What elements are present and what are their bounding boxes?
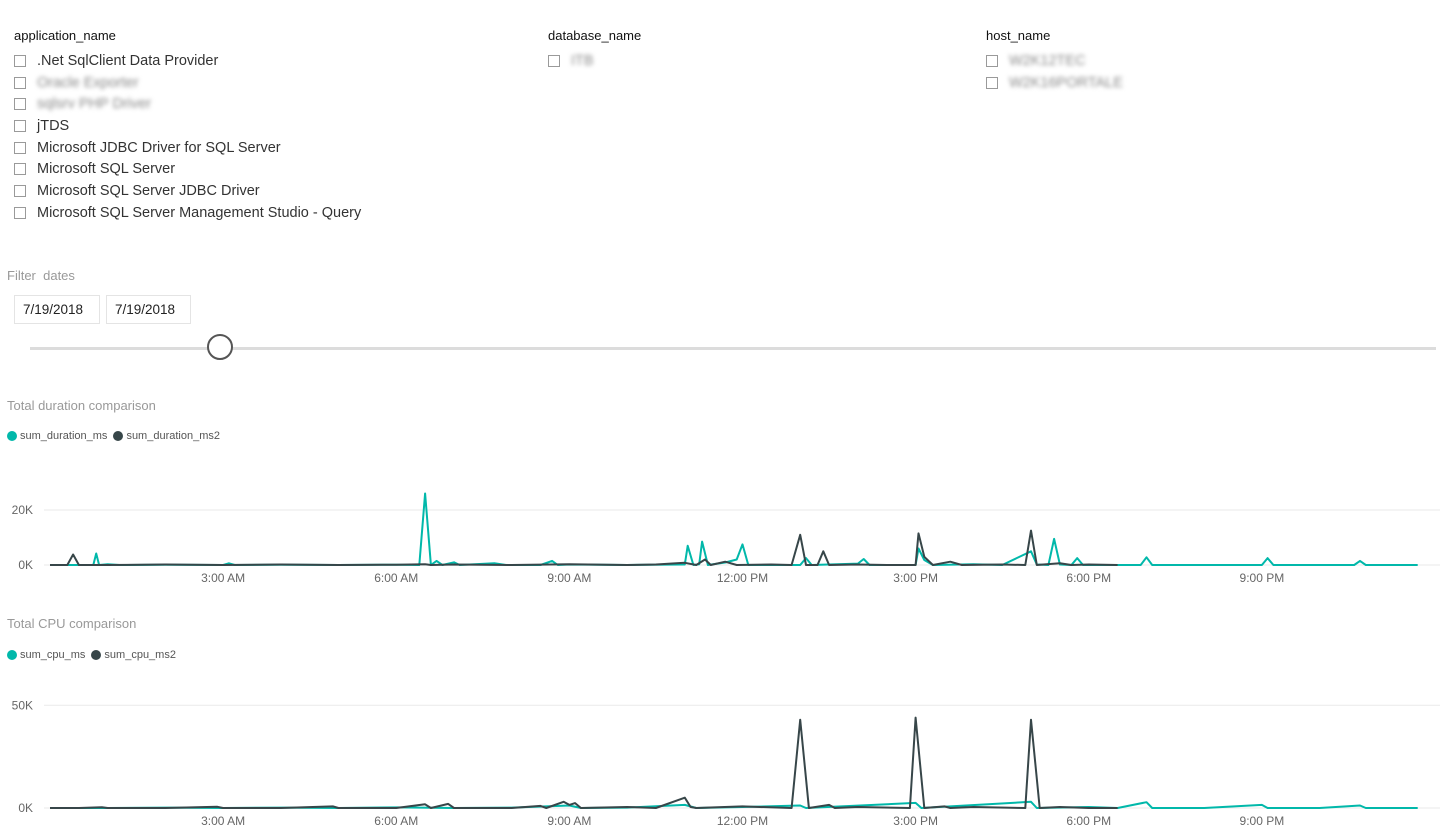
x-tick-label: 6:00 AM [374, 814, 418, 828]
slicer-item[interactable]: Microsoft SQL Server [14, 158, 361, 180]
filter-dates-title: Filter dates [7, 268, 75, 283]
x-tick-label: 6:00 PM [1066, 814, 1111, 828]
legend-label: sum_duration_ms2 [126, 430, 220, 442]
slicer-item[interactable]: sqlsrv PHP Driver [14, 93, 361, 115]
slicer-item-label: W2K16PORTALE [1009, 74, 1123, 91]
x-tick-label: 9:00 AM [547, 814, 591, 828]
slicer-item-label: Microsoft SQL Server [37, 161, 176, 178]
slicer-application-name: application_name .Net SqlClient Data Pro… [14, 28, 361, 224]
x-tick-label: 12:00 PM [717, 814, 768, 828]
slicer-item-label: jTDS [37, 117, 70, 134]
legend-item[interactable]: sum_cpu_ms [7, 649, 85, 661]
slicer-item-label: .Net SqlClient Data Provider [37, 52, 219, 69]
slicer-title: host_name [986, 28, 1051, 43]
y-tick-label: 0K [18, 558, 33, 572]
end-date-input[interactable]: 7/19/2018 [106, 295, 191, 324]
slicer-title: database_name [548, 28, 642, 43]
duration-line-chart[interactable]: 0K 20K 3:00 AM 6:00 AM 9:00 AM 12:00 PM 3:00 P… [0, 482, 1455, 585]
series-line-sum-duration-ms2[interactable] [50, 529, 1118, 566]
slicer-item[interactable]: Microsoft SQL Server Management Studio -… [14, 202, 361, 224]
slicer-item[interactable]: .Net SqlClient Data Provider [14, 50, 361, 72]
date-slider-track[interactable] [30, 347, 1436, 350]
slicer-database-name: database_name ITB [548, 28, 641, 72]
legend-dot [113, 431, 124, 441]
series-line-sum-cpu-ms2[interactable] [50, 716, 1118, 809]
slicer-item[interactable]: W2K16PORTALE [986, 72, 1123, 94]
legend-dot [7, 650, 17, 660]
x-tick-label: 3:00 PM [893, 571, 938, 585]
slicer-item[interactable]: Microsoft SQL Server JDBC Driver [14, 180, 361, 202]
legend-duration: sum_duration_ms sum_duration_ms2 [7, 430, 226, 442]
legend-item[interactable]: sum_duration_ms2 [113, 430, 220, 442]
x-tick-label: 9:00 PM [1240, 814, 1285, 828]
x-tick-label: 6:00 PM [1066, 571, 1111, 585]
checkbox[interactable] [14, 141, 26, 154]
cpu-line-chart[interactable]: 0K 50K 3:00 AM 6:00 AM 9:00 AM 12:00 PM 3:00 P… [0, 690, 1455, 835]
slicer-host-name: host_name W2K12TEC W2K16PORTALE [986, 28, 1123, 93]
x-tick-label: 6:00 AM [374, 571, 418, 585]
x-tick-label: 9:00 PM [1240, 571, 1285, 585]
slicer-item-label: Oracle Exporter [37, 74, 139, 91]
checkbox[interactable] [14, 119, 26, 132]
x-tick-label: 3:00 AM [201, 814, 245, 828]
slicer-item-label: Microsoft JDBC Driver for SQL Server [37, 139, 281, 156]
checkbox[interactable] [986, 76, 998, 89]
x-tick-label: 3:00 PM [893, 814, 938, 828]
checkbox[interactable] [14, 54, 26, 67]
legend-item[interactable]: sum_duration_ms [7, 430, 107, 442]
legend-cpu: sum_cpu_ms sum_cpu_ms2 [7, 649, 182, 661]
slicer-title: application_name [14, 28, 116, 43]
x-tick-label: 9:00 AM [547, 571, 591, 585]
checkbox[interactable] [14, 76, 26, 89]
slicer-item-label: Microsoft SQL Server JDBC Driver [37, 182, 260, 199]
legend-dot [91, 650, 102, 660]
chart-title-cpu: Total CPU comparison [7, 616, 137, 631]
slicer-item-label: ITB [571, 52, 594, 69]
legend-item[interactable]: sum_cpu_ms2 [91, 649, 176, 661]
checkbox[interactable] [548, 54, 560, 67]
slicer-item[interactable]: Microsoft JDBC Driver for SQL Server [14, 137, 361, 159]
x-tick-label: 12:00 PM [717, 571, 768, 585]
checkbox[interactable] [14, 206, 26, 219]
x-tick-label: 3:00 AM [201, 571, 245, 585]
y-tick-label: 50K [12, 698, 33, 712]
y-tick-label: 0K [18, 801, 33, 815]
slicer-item-label: Microsoft SQL Server Management Studio -… [37, 204, 362, 221]
series-line-sum-duration-ms[interactable] [50, 492, 1418, 566]
slicer-item[interactable]: jTDS [14, 115, 361, 137]
legend-dot [7, 431, 17, 441]
slicer-item-label: W2K12TEC [1009, 52, 1086, 69]
start-date-input[interactable]: 7/19/2018 [14, 295, 100, 324]
checkbox[interactable] [14, 163, 26, 176]
slicer-item[interactable]: W2K12TEC [986, 50, 1123, 72]
legend-label: sum_duration_ms [20, 430, 108, 442]
legend-label: sum_cpu_ms2 [104, 649, 176, 661]
slicer-item-label: sqlsrv PHP Driver [37, 96, 152, 113]
y-tick-label: 20K [12, 503, 33, 517]
legend-label: sum_cpu_ms [20, 649, 86, 661]
date-slider-handle[interactable] [206, 334, 233, 360]
checkbox[interactable] [986, 54, 998, 67]
slicer-item[interactable]: Oracle Exporter [14, 72, 361, 94]
checkbox[interactable] [14, 98, 26, 111]
checkbox[interactable] [14, 184, 26, 197]
chart-title-duration: Total duration comparison [7, 398, 156, 413]
slicer-item[interactable]: ITB [548, 50, 641, 72]
